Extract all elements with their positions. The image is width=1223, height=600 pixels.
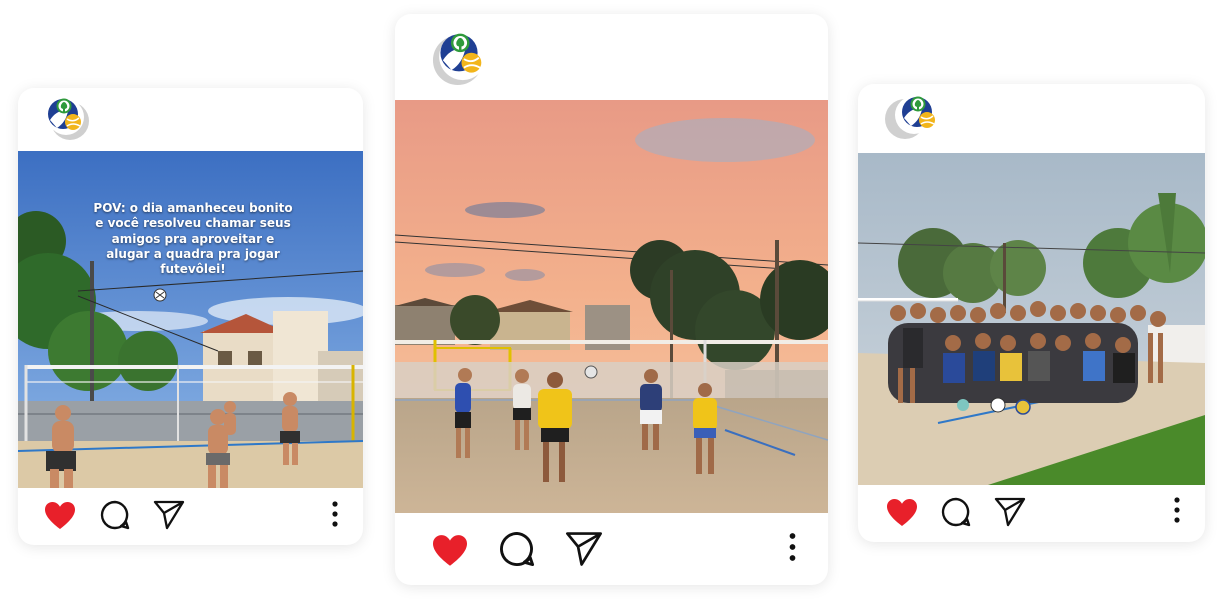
comment-icon[interactable]: [100, 500, 130, 530]
share-icon[interactable]: [994, 497, 1026, 527]
post-photo[interactable]: [395, 100, 828, 513]
post-photo[interactable]: POV: o dia amanheceu bonito e você resol…: [18, 151, 363, 488]
heart-icon[interactable]: [886, 498, 918, 528]
brand-logo[interactable]: [42, 94, 92, 144]
comment-icon[interactable]: [941, 497, 971, 527]
post-card-1: POV: o dia amanheceu bonito e você resol…: [18, 88, 363, 545]
brand-logo[interactable]: [884, 92, 946, 142]
share-icon[interactable]: [153, 500, 185, 530]
post-caption: POV: o dia amanheceu bonito e você resol…: [93, 201, 293, 277]
heart-icon[interactable]: [44, 501, 76, 531]
post-photo[interactable]: [858, 153, 1205, 485]
more-icon[interactable]: [787, 530, 798, 564]
post-card-2: [395, 14, 828, 585]
share-icon[interactable]: [565, 531, 603, 567]
brand-logo[interactable]: [428, 28, 490, 90]
comment-icon[interactable]: [499, 531, 535, 567]
more-icon[interactable]: [1172, 496, 1182, 524]
more-icon[interactable]: [330, 500, 340, 528]
heart-icon[interactable]: [431, 534, 469, 568]
post-card-3: [858, 84, 1205, 542]
